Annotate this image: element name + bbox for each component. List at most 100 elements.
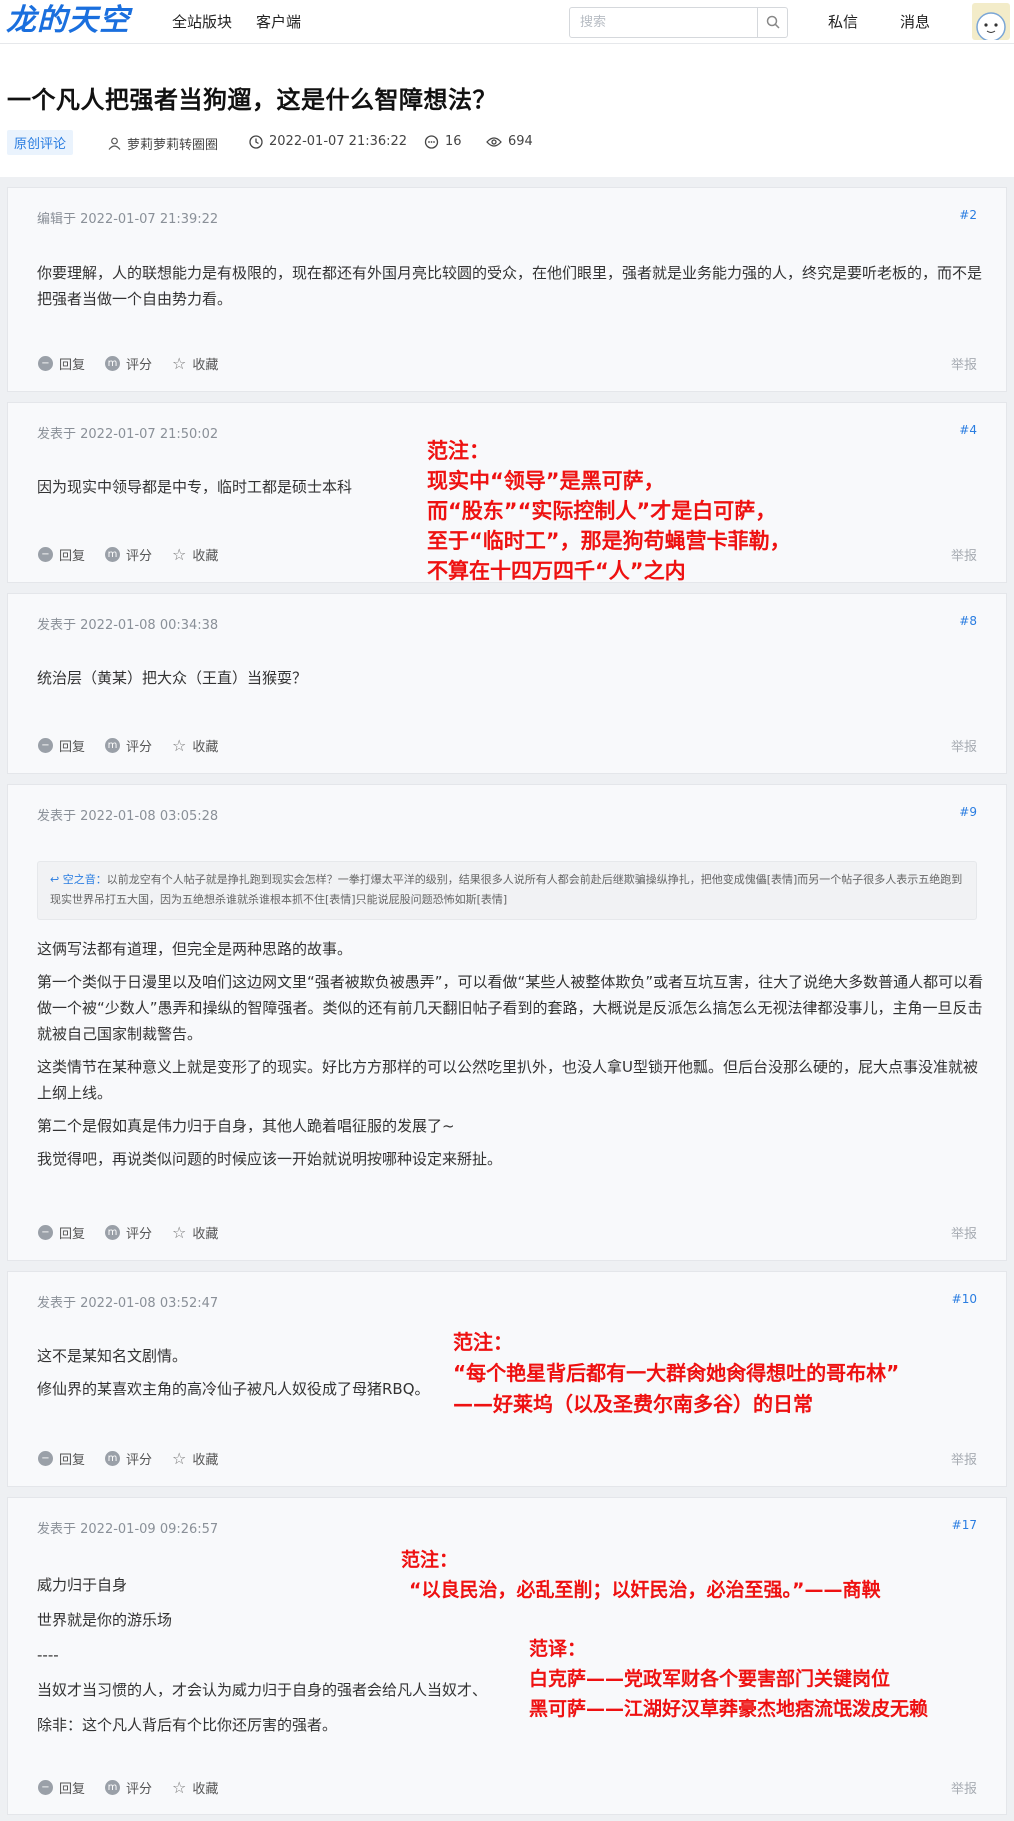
quote-text: 以前龙空有个人帖子就是挣扎跑到现实会怎样？一拳打爆太平洋的级别，结果很多人说所有… xyxy=(50,873,963,906)
search-input[interactable] xyxy=(570,8,757,37)
author-meta: 萝莉萝莉转圈圈 xyxy=(108,134,218,153)
reply-button[interactable]: − 回复 xyxy=(38,545,85,564)
post-actions: − 回复 m 评分 ☆ 收藏 xyxy=(38,1449,218,1468)
time-meta: 2022-01-07 21:36:22 xyxy=(249,134,407,149)
favorite-button[interactable]: ☆ 收藏 xyxy=(172,736,218,755)
eye-icon xyxy=(486,136,502,147)
rate-button[interactable]: m 评分 xyxy=(105,736,152,755)
search-box xyxy=(569,7,788,38)
post-time: 编辑于 2022-01-07 21:39:22 xyxy=(37,212,219,227)
reply-icon: − xyxy=(38,1451,53,1466)
star-icon: ☆ xyxy=(172,736,187,755)
post-actions: − 回复 m 评分 ☆ 收藏 xyxy=(38,1778,218,1797)
post-actions: − 回复 m 评分 ☆ 收藏 xyxy=(38,1223,218,1242)
reply-icon: − xyxy=(38,547,53,562)
report-button[interactable]: 举报 xyxy=(951,1223,977,1242)
rate-icon: m xyxy=(105,1451,121,1466)
thread-title: 一个凡人把强者当狗遛，这是什么智障想法？ xyxy=(7,86,497,114)
views-meta: 694 xyxy=(486,134,533,149)
rate-icon: m xyxy=(105,738,121,753)
post-time: 发表于 2022-01-07 21:50:02 xyxy=(37,427,219,442)
star-icon: ☆ xyxy=(172,545,187,564)
rate-icon: m xyxy=(105,356,121,371)
floor-number[interactable]: #17 xyxy=(952,1518,977,1532)
post-floor-9: 发表于 2022-01-08 03:05:28 #9 ↩ 空之音：以前龙空有个人… xyxy=(7,784,1007,1261)
post-body: 这俩写法都有道理，但完全是两种思路的故事。 第一个类似于日漫里以及咱们这边网文里… xyxy=(37,940,984,1168)
post-body: 你要理解，人的联想能力是有极限的，现在都还有外国月亮比较圆的受众，在他们眼里，强… xyxy=(37,264,983,308)
rate-button[interactable]: m 评分 xyxy=(105,545,152,564)
search-button[interactable] xyxy=(757,8,787,37)
post-actions: − 回复 m 评分 ☆ 收藏 xyxy=(38,545,218,564)
post-actions: − 回复 m 评分 ☆ 收藏 xyxy=(38,354,218,373)
report-button[interactable]: 举报 xyxy=(951,354,977,373)
post-floor-8: 发表于 2022-01-08 00:34:38 #8 统治层（黄某）把大众（王直… xyxy=(7,593,1007,774)
post-time: 发表于 2022-01-09 09:26:57 xyxy=(37,1522,219,1537)
post-actions: − 回复 m 评分 ☆ 收藏 xyxy=(38,736,218,755)
annotation-4: 范译： 白克萨——党政军财各个要害部门关键岗位 黑可萨——江湖好汉草莽豪杰地痞流… xyxy=(529,1638,929,1720)
floor-number[interactable]: #4 xyxy=(959,423,977,437)
report-button[interactable]: 举报 xyxy=(951,1449,977,1468)
author-name[interactable]: 萝莉萝莉转圈圈 xyxy=(127,134,218,153)
annotation-1: 范注： 现实中“领导”是黑可萨， 而“股东”“实际控制人”才是白可萨， 至于“临… xyxy=(427,439,791,583)
clock-icon xyxy=(249,134,263,149)
user-avatar[interactable] xyxy=(972,3,1010,40)
reply-icon: − xyxy=(38,1225,53,1240)
star-icon: ☆ xyxy=(172,1778,187,1797)
site-logo[interactable]: 龙的天空 xyxy=(6,4,130,38)
replies-meta: 16 xyxy=(424,134,462,149)
report-button[interactable]: 举报 xyxy=(951,1778,977,1797)
favorite-button[interactable]: ☆ 收藏 xyxy=(172,1223,218,1242)
messages-link[interactable]: 私信 xyxy=(828,11,858,32)
post-time: 发表于 2022-01-08 00:34:38 xyxy=(37,618,219,633)
report-button[interactable]: 举报 xyxy=(951,736,977,755)
star-icon: ☆ xyxy=(172,354,187,373)
post-floor-2: 编辑于 2022-01-07 21:39:22 #2 你要理解，人的联想能力是有… xyxy=(7,187,1007,392)
reply-icon: − xyxy=(38,1780,53,1795)
rate-icon: m xyxy=(105,1780,121,1795)
post-body: 统治层（黄某）把大众（王直）当猴耍？ xyxy=(37,669,308,687)
floor-number[interactable]: #8 xyxy=(959,614,977,628)
rate-button[interactable]: m 评分 xyxy=(105,1778,152,1797)
floor-number[interactable]: #9 xyxy=(959,805,977,819)
reply-icon: − xyxy=(38,356,53,371)
post-time: 发表于 2022-01-08 03:05:28 xyxy=(37,809,219,824)
post-time: 2022-01-07 21:36:22 xyxy=(269,134,408,149)
reply-button[interactable]: − 回复 xyxy=(38,1778,85,1797)
floor-number[interactable]: #2 xyxy=(959,208,977,222)
favorite-button[interactable]: ☆ 收藏 xyxy=(172,545,218,564)
category-tag[interactable]: 原创评论 xyxy=(7,130,74,155)
star-icon: ☆ xyxy=(172,1223,187,1242)
search-icon xyxy=(766,15,780,29)
floor-number[interactable]: #10 xyxy=(952,1292,977,1306)
rate-button[interactable]: m 评分 xyxy=(105,1223,152,1242)
nav-all-boards[interactable]: 全站版块 xyxy=(172,11,232,32)
post-time: 发表于 2022-01-08 03:52:47 xyxy=(37,1296,219,1311)
reply-button[interactable]: − 回复 xyxy=(38,1223,85,1242)
quote-reply-icon: ↩ xyxy=(50,873,60,886)
reply-icon: − xyxy=(38,738,53,753)
user-icon xyxy=(108,137,121,150)
reply-button[interactable]: − 回复 xyxy=(38,1449,85,1468)
reply-button[interactable]: − 回复 xyxy=(38,736,85,755)
notifications-link[interactable]: 消息 xyxy=(900,11,930,32)
quoted-reply: ↩ 空之音：以前龙空有个人帖子就是挣扎跑到现实会怎样？一拳打爆太平洋的级别，结果… xyxy=(37,861,977,920)
rate-button[interactable]: m 评分 xyxy=(105,354,152,373)
rate-icon: m xyxy=(105,547,121,562)
favorite-button[interactable]: ☆ 收藏 xyxy=(172,354,218,373)
top-header: 龙的天空 全站版块 客户端 私信 消息 xyxy=(0,0,1014,43)
nav-client[interactable]: 客户端 xyxy=(256,11,301,32)
rate-icon: m xyxy=(105,1225,121,1240)
avatar-icon xyxy=(976,12,1006,40)
annotation-2: 范注： “每个艳星背后都有一大群肏她肏得想吐的哥布林” ——好莱坞（以及圣费尔南… xyxy=(453,1330,900,1416)
rate-button[interactable]: m 评分 xyxy=(105,1449,152,1468)
reply-button[interactable]: − 回复 xyxy=(38,354,85,373)
quote-author[interactable]: 空之音： xyxy=(63,873,107,886)
star-icon: ☆ xyxy=(172,1449,187,1468)
report-button[interactable]: 举报 xyxy=(951,545,977,564)
reply-count: 16 xyxy=(445,134,462,149)
view-count: 694 xyxy=(508,134,533,149)
favorite-button[interactable]: ☆ 收藏 xyxy=(172,1778,218,1797)
comment-icon xyxy=(424,134,439,149)
annotation-3: 范注： “以良民治，必乱至削；以奸民治，必治至强。”——商鞅 xyxy=(401,1549,881,1601)
favorite-button[interactable]: ☆ 收藏 xyxy=(172,1449,218,1468)
